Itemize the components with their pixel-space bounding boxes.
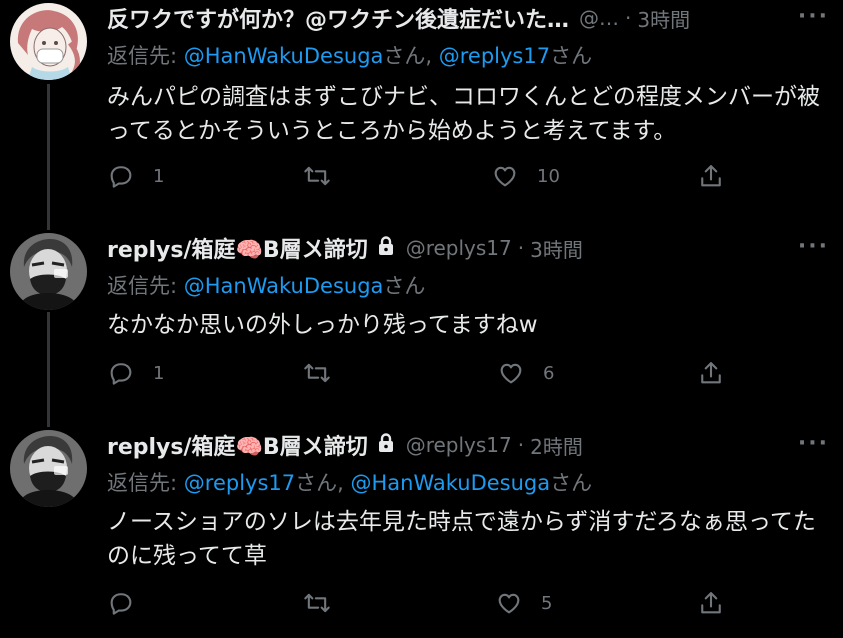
display-name[interactable]: replys/箱庭🧠B層〤諦切 (107, 429, 368, 461)
like-icon (494, 166, 516, 187)
honorific: さん (550, 44, 593, 68)
reply-to-line: 返信先: @HanWakuDesugaさん, @replys17さん (107, 40, 592, 70)
share-button[interactable] (697, 162, 725, 190)
tweet-1[interactable]: 反ワクですが何か？@ワクチン後遺症だいた… @… · 3時間 ··· 返信先: … (0, 0, 843, 230)
retweet-icon (304, 593, 330, 613)
honorific: さん, (383, 44, 439, 68)
share-icon (701, 592, 721, 614)
more-icon[interactable]: ··· (798, 431, 829, 456)
avatar[interactable] (10, 430, 87, 507)
tweet-header: replys/箱庭🧠B層〤諦切 @replys17 · 3時間 (107, 232, 843, 264)
retweet-button[interactable] (303, 589, 349, 617)
like-icon (500, 363, 522, 384)
reply-prefix: 返信先: (107, 44, 184, 68)
like-count: 10 (537, 165, 560, 187)
action-bar: 1 10 (107, 162, 727, 196)
mention-link[interactable]: @HanWakuDesuga (350, 471, 550, 495)
honorific: さん (383, 274, 426, 298)
tweet-2[interactable]: replys/箱庭🧠B層〤諦切 @replys17 · 3時間 ··· 返信先:… (0, 230, 843, 427)
share-button[interactable] (697, 589, 725, 617)
mention-link[interactable]: @replys17 (184, 471, 295, 495)
honorific: さん (550, 471, 593, 495)
mention-link[interactable]: @replys17 (439, 44, 550, 68)
tweet-text: なかなか思いの外しっかり残ってますねw (107, 312, 538, 338)
retweet-icon (304, 166, 330, 186)
reply-count: 1 (153, 165, 165, 187)
mention-link[interactable]: @HanWakuDesuga (184, 274, 384, 298)
action-bar: 5 (107, 589, 727, 623)
reply-to-line: 返信先: @HanWakuDesugaさん (107, 270, 425, 300)
timestamp[interactable]: 3時間 (637, 4, 690, 33)
display-name[interactable]: replys/箱庭🧠B層〤諦切 (107, 232, 368, 264)
separator-dot: · (517, 236, 525, 260)
avatar[interactable] (10, 3, 87, 80)
like-count: 5 (541, 592, 553, 614)
like-button[interactable]: 5 (495, 589, 552, 617)
separator-dot: · (517, 433, 525, 457)
like-button[interactable]: 6 (497, 359, 554, 387)
lock-icon (376, 432, 396, 458)
honorific: さん, (295, 471, 351, 495)
retweet-icon (304, 363, 330, 383)
tweet-header: replys/箱庭🧠B層〤諦切 @replys17 · 2時間 (107, 429, 843, 461)
avatar[interactable] (10, 233, 87, 310)
reply-icon (110, 363, 132, 385)
reply-prefix: 返信先: (107, 274, 184, 298)
share-button[interactable] (697, 359, 725, 387)
tweet-text: ノースショアのソレは去年見た時点で遠からず消すだろなぁ思ってたのに残ってて草 (107, 509, 816, 569)
reply-icon (110, 593, 132, 615)
reply-icon (110, 166, 132, 188)
like-icon (498, 593, 520, 614)
retweet-button[interactable] (303, 162, 349, 190)
tweet-text: みんパピの調査はまずこびナビ、コロワくんとどの程度メンバーが被ってるとかそういう… (107, 84, 820, 144)
action-bar: 1 6 (107, 359, 727, 393)
reply-button[interactable]: 1 (107, 162, 164, 190)
share-icon (701, 362, 721, 384)
user-handle[interactable]: @replys17 (406, 236, 512, 260)
more-icon[interactable]: ··· (798, 4, 829, 29)
user-handle[interactable]: @replys17 (406, 433, 512, 457)
reply-button[interactable]: 1 (107, 359, 164, 387)
timestamp[interactable]: 3時間 (530, 234, 583, 263)
retweet-button[interactable] (303, 359, 349, 387)
tweet-3[interactable]: replys/箱庭🧠B層〤諦切 @replys17 · 2時間 ··· 返信先:… (0, 427, 843, 638)
more-icon[interactable]: ··· (798, 234, 829, 259)
display-name[interactable]: 反ワクですが何か？@ワクチン後遺症だいた… (107, 2, 569, 34)
like-button[interactable]: 10 (491, 162, 560, 190)
reply-prefix: 返信先: (107, 471, 184, 495)
lock-icon (376, 235, 396, 261)
user-handle[interactable]: @… (579, 6, 619, 30)
tweet-header: 反ワクですが何か？@ワクチン後遺症だいた… @… · 3時間 (107, 2, 843, 34)
share-icon (701, 165, 721, 187)
mention-link[interactable]: @HanWakuDesuga (184, 44, 384, 68)
separator-dot: · (625, 6, 632, 30)
timestamp[interactable]: 2時間 (530, 431, 583, 460)
reply-button[interactable] (107, 589, 153, 617)
reply-to-line: 返信先: @replys17さん, @HanWakuDesugaさん (107, 467, 592, 497)
reply-count: 1 (153, 362, 165, 384)
like-count: 6 (543, 362, 555, 384)
